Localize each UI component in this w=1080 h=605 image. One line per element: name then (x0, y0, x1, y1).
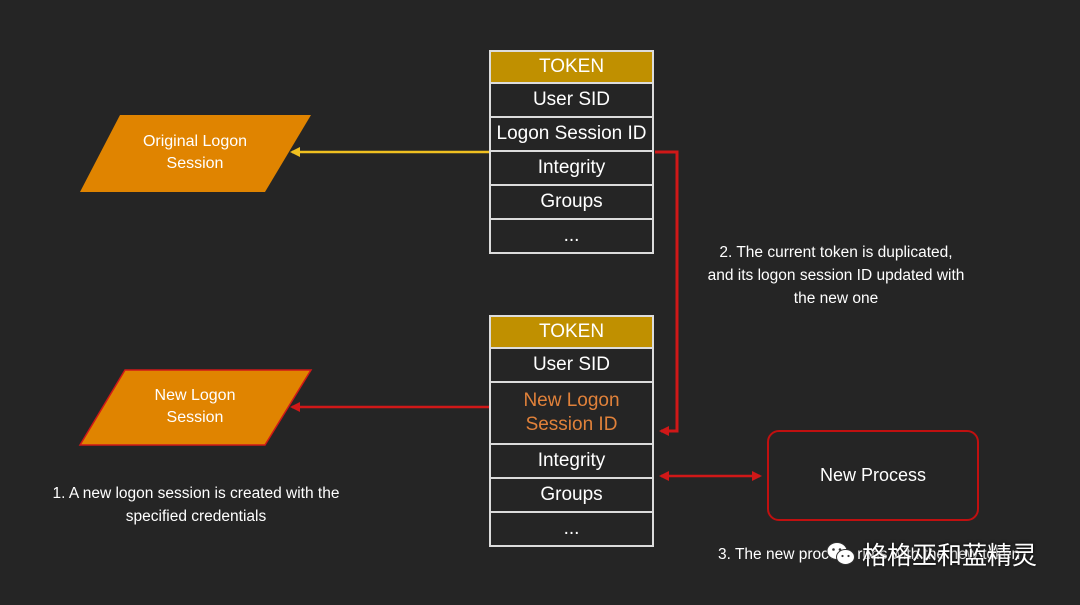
logon-session-diagram: TOKEN User SID Logon Session ID Integrit… (0, 0, 1080, 605)
token-row-logon-session-id: Logon Session ID (489, 118, 654, 152)
token-header: TOKEN (489, 315, 654, 349)
token-row-integrity: Integrity (489, 445, 654, 479)
token-row-new-logon-session-id: New Logon Session ID (489, 383, 654, 445)
wechat-icon (826, 542, 855, 565)
step2-note: 2. The current token is duplicated, and … (707, 244, 965, 307)
token-row-user-sid: User SID (489, 84, 654, 118)
watermark: 格格巫和蓝精灵 (826, 536, 1037, 572)
token-header: TOKEN (489, 50, 654, 84)
new-session-label: New Logon Session (154, 387, 236, 426)
token-row-user-sid: User SID (489, 349, 654, 383)
step1-note: 1. A new logon session is created with t… (52, 485, 340, 525)
token-row-groups: Groups (489, 186, 654, 220)
new-process-box: New Process (767, 430, 979, 521)
token-row-integrity: Integrity (489, 152, 654, 186)
token-table-new: TOKEN User SID New Logon Session ID Inte… (489, 315, 654, 547)
watermark-text: 格格巫和蓝精灵 (862, 541, 1038, 570)
token-row-ellipsis: ... (489, 513, 654, 547)
token-row-groups: Groups (489, 479, 654, 513)
new-process-label: New Process (819, 465, 927, 485)
token-row-ellipsis: ... (489, 220, 654, 254)
token-duplication-arrow (655, 150, 679, 436)
original-session-label: Original Logon Session (142, 133, 248, 172)
token-table-original: TOKEN User SID Logon Session ID Integrit… (489, 50, 654, 254)
